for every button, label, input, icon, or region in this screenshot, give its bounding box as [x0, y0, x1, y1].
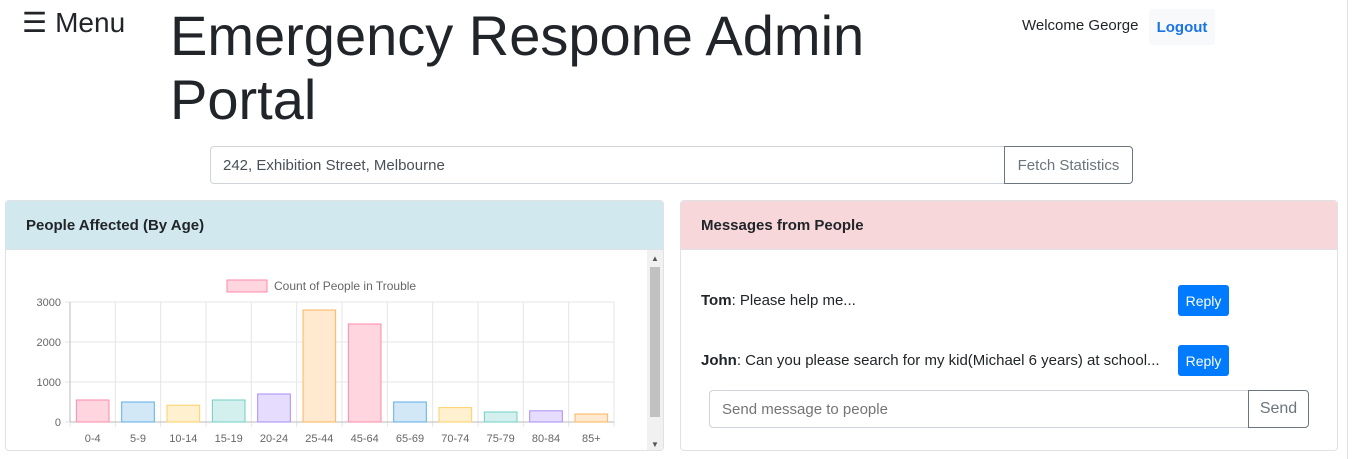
bar-65-69 [393, 401, 427, 423]
send-message-input[interactable] [709, 390, 1248, 428]
bar-25-44 [302, 309, 337, 423]
legend-label: Count of People in Trouble [274, 279, 416, 293]
x-tick-label: 70-74 [441, 433, 469, 445]
y-tick-label: 2000 [37, 337, 61, 349]
age-card-header: People Affected (By Age) [6, 201, 663, 250]
send-message-group: Send [709, 390, 1309, 428]
y-tick-label: 3000 [37, 297, 61, 309]
x-tick-label: 0-4 [85, 433, 101, 445]
bar-80-84 [529, 410, 563, 423]
bar-10-14 [166, 404, 201, 423]
x-tick-label: 85+ [582, 433, 601, 445]
x-tick-label: 15-19 [215, 433, 243, 445]
message-item: Tom: Please help me... [701, 292, 856, 309]
bar-20-24 [257, 393, 291, 423]
messages-card-header: Messages from People [681, 201, 1337, 250]
y-tick-label: 0 [55, 417, 61, 429]
age-chart-area: 0 1000 2000 3000 0-4 5-9 10-14 15-19 20-24 25-44 4… [6, 250, 649, 450]
message-sender: Tom [701, 292, 732, 309]
x-tick-label: 25-44 [305, 433, 333, 445]
scrollbar-thumb[interactable] [650, 267, 660, 417]
welcome-text: Welcome George [1022, 17, 1139, 34]
fetch-statistics-button[interactable]: Fetch Statistics [1004, 146, 1133, 184]
send-button[interactable]: Send [1248, 390, 1309, 428]
bar-0-4 [75, 399, 110, 423]
x-tick-label: 65-69 [396, 433, 424, 445]
bar-70-74 [438, 407, 473, 423]
chart-scrollbar[interactable]: ▲ ▼ [647, 250, 663, 450]
address-input[interactable] [210, 146, 1004, 184]
page-title: Emergency Respone Admin Portal [170, 4, 865, 131]
menu-label: Menu [55, 6, 126, 38]
message-text: : Can you please search for my kid(Micha… [736, 352, 1160, 369]
x-tick-label: 10-14 [169, 433, 197, 445]
x-tick-label: 5-9 [130, 433, 146, 445]
scroll-down-arrow-icon[interactable]: ▼ [647, 436, 663, 450]
messages-card: Messages from People Tom: Please help me… [680, 200, 1338, 451]
bar-5-9 [121, 401, 155, 423]
age-card: People Affected (By Age) 0 1000 2000 3000 0-… [5, 200, 664, 451]
scroll-up-arrow-icon[interactable]: ▲ [647, 250, 663, 266]
bar-75-79 [483, 411, 518, 423]
x-tick-label: 45-64 [351, 433, 379, 445]
bar-15-19 [211, 399, 246, 423]
legend-swatch [226, 279, 268, 293]
x-tick-label: 20-24 [260, 433, 288, 445]
message-item: John: Can you please search for my kid(M… [701, 352, 1160, 369]
hamburger-icon: ☰ [22, 7, 48, 38]
reply-button[interactable]: Reply [1178, 285, 1229, 316]
message-text: : Please help me... [731, 292, 856, 309]
message-sender: John [701, 352, 737, 369]
logout-button[interactable]: Logout [1149, 9, 1215, 45]
bar-85+ [574, 413, 609, 423]
x-tick-label: 75-79 [487, 433, 515, 445]
menu-toggle[interactable]: ☰ Menu [22, 6, 125, 39]
x-tick-label: 80-84 [532, 433, 560, 445]
bar-45-64 [347, 323, 382, 423]
reply-button[interactable]: Reply [1178, 345, 1229, 376]
y-tick-label: 1000 [37, 377, 61, 389]
page-scrollbar[interactable] [1347, 0, 1353, 459]
age-bar-chart: 0 1000 2000 3000 0-4 5-9 10-14 15-19 20-24 25-44 4… [37, 279, 615, 445]
address-search: Fetch Statistics [210, 146, 1133, 184]
